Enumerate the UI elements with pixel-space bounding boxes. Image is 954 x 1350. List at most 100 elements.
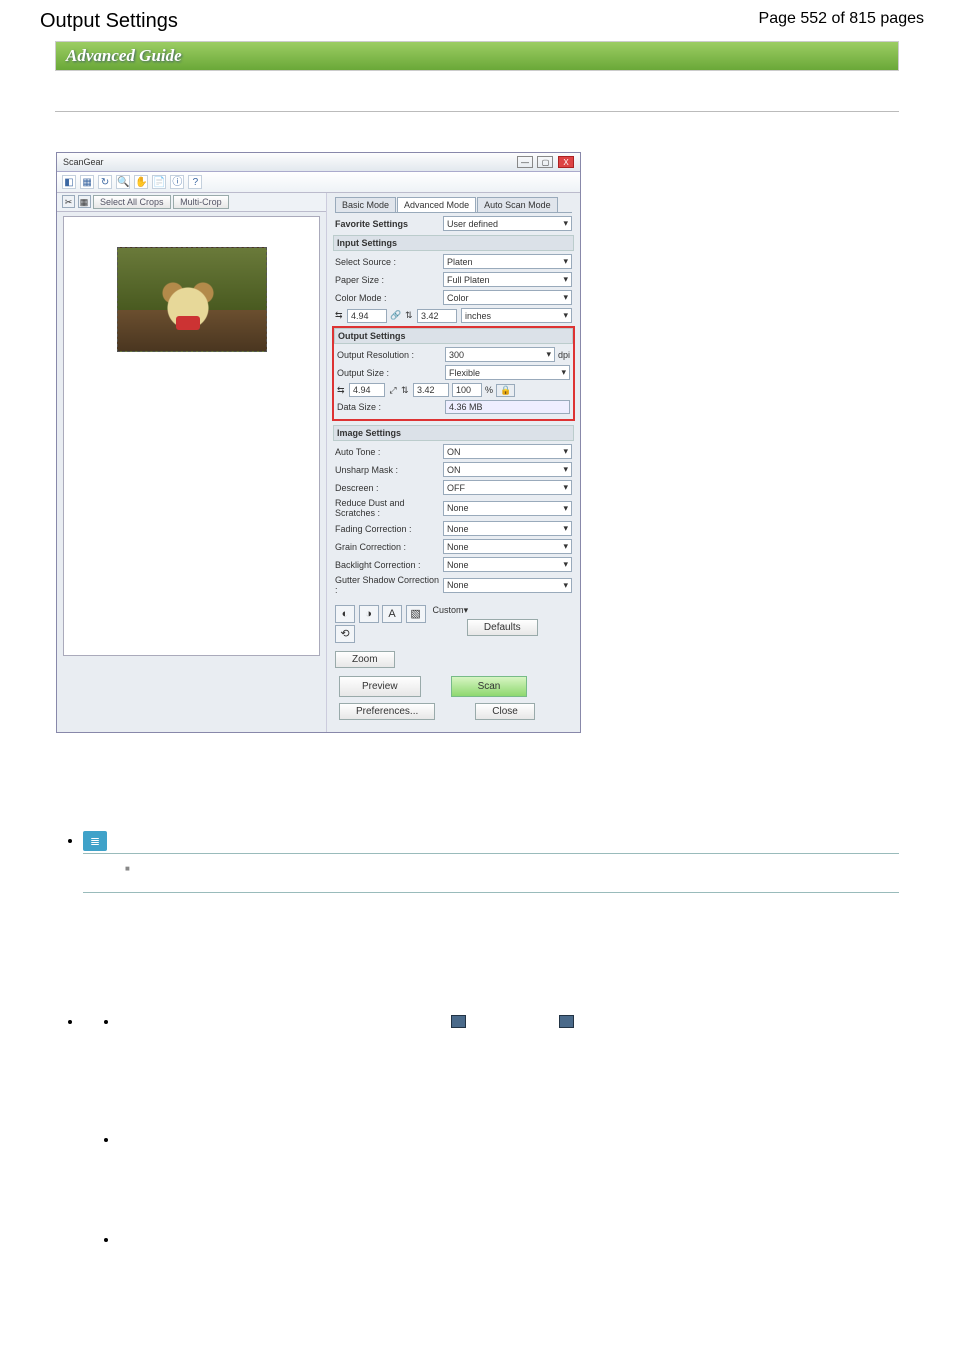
percent-label: % bbox=[485, 385, 493, 395]
gutter-value: None bbox=[447, 580, 469, 590]
output-size-label: Output Size : bbox=[337, 368, 445, 378]
toolbar-icon[interactable]: ✋ bbox=[134, 175, 148, 189]
chevron-down-icon: ▾ bbox=[561, 367, 566, 378]
window-title: ScanGear bbox=[63, 157, 104, 167]
width-icon: ⇆ bbox=[337, 385, 349, 396]
custom-select[interactable]: Custom▾ bbox=[433, 605, 572, 616]
color-mode[interactable]: Color▾ bbox=[443, 290, 572, 305]
multi-crop-button[interactable]: Multi-Crop bbox=[173, 195, 229, 209]
sub-item bbox=[119, 953, 899, 1081]
backlight-label: Backlight Correction : bbox=[335, 560, 443, 570]
input-settings-header: Input Settings bbox=[333, 235, 574, 251]
page-title: Output Settings bbox=[40, 10, 178, 33]
chevron-down-icon: ▾ bbox=[563, 503, 568, 514]
paper-size[interactable]: Full Platen ▾ bbox=[443, 272, 572, 287]
toolbar-icon[interactable]: 📄 bbox=[152, 175, 166, 189]
dust[interactable]: None▾ bbox=[443, 501, 572, 516]
link-icon[interactable]: 🔗 bbox=[387, 310, 405, 321]
descreen-value: OFF bbox=[447, 483, 465, 493]
guide-banner: Advanced Guide bbox=[55, 41, 899, 71]
thumb-icon[interactable]: ▦ bbox=[78, 195, 91, 208]
unsharp-value: ON bbox=[447, 465, 461, 475]
toolbar-icon[interactable]: ? bbox=[188, 175, 202, 189]
select-all-crops-button[interactable]: Select All Crops bbox=[93, 195, 171, 209]
auto-tone[interactable]: ON▾ bbox=[443, 444, 572, 459]
chevron-down-icon: ▾ bbox=[563, 274, 568, 285]
color-mode-label: Color Mode : bbox=[335, 293, 443, 303]
mode-tabs: Basic Mode Advanced Mode Auto Scan Mode bbox=[335, 197, 572, 213]
close-button[interactable]: Close bbox=[475, 703, 535, 720]
output-resolution[interactable]: 300▾ bbox=[445, 347, 555, 362]
scangear-window: ScanGear — ▢ X ◧ ▦ ↻ 🔍 ✋ 📄 ⓘ ? ✂ ▦ Selec… bbox=[56, 152, 581, 733]
output-height[interactable]: 3.42 bbox=[413, 383, 449, 397]
chevron-down-icon: ▾ bbox=[546, 349, 551, 360]
reset-icon[interactable]: ⟲ bbox=[335, 625, 355, 643]
favorite-select[interactable]: User defined▾ bbox=[443, 216, 572, 231]
divider bbox=[55, 111, 899, 112]
width-icon: ⇆ bbox=[335, 310, 347, 321]
chevron-down-icon: ▾ bbox=[563, 580, 568, 591]
fading-label: Fading Correction : bbox=[335, 524, 443, 534]
note-item bbox=[125, 858, 899, 876]
page-number: Page 552 of 815 pages bbox=[759, 10, 924, 33]
list-item bbox=[83, 913, 899, 1249]
grain-value: None bbox=[447, 542, 469, 552]
zoom-button[interactable]: Zoom bbox=[335, 651, 395, 668]
preview-image bbox=[117, 247, 267, 352]
input-unit[interactable]: inches▾ bbox=[461, 308, 572, 323]
output-scale[interactable]: 100 bbox=[452, 383, 482, 397]
backlight-value: None bbox=[447, 560, 469, 570]
paper-size-value: Full Platen bbox=[447, 275, 490, 285]
close-button[interactable]: X bbox=[558, 156, 574, 168]
scan-button[interactable]: Scan bbox=[451, 676, 528, 697]
preview-area[interactable] bbox=[63, 216, 320, 656]
crop-icon[interactable]: ✂ bbox=[62, 195, 75, 208]
adjust-icon[interactable]: ▧ bbox=[406, 605, 426, 623]
custom-value: Custom bbox=[433, 605, 464, 615]
unsharp[interactable]: ON▾ bbox=[443, 462, 572, 477]
toolbar-icon[interactable]: ▦ bbox=[80, 175, 94, 189]
grain[interactable]: None ▾ bbox=[443, 539, 572, 554]
toolbar-icon[interactable]: 🔍 bbox=[116, 175, 130, 189]
body-list: ≣ Note bbox=[55, 761, 899, 1249]
preferences-button[interactable]: Preferences... bbox=[339, 703, 435, 720]
tab-auto[interactable]: Auto Scan Mode bbox=[477, 197, 558, 212]
output-width[interactable]: 4.94 bbox=[349, 383, 385, 397]
defaults-button[interactable]: Defaults bbox=[467, 619, 538, 636]
maximize-button[interactable]: ▢ bbox=[537, 156, 553, 168]
title-bar: ScanGear — ▢ X bbox=[57, 153, 580, 172]
adjust-icon[interactable]: ◑ bbox=[359, 605, 379, 623]
dpi-label: dpi bbox=[558, 350, 570, 360]
note-divider bbox=[83, 892, 899, 893]
color-mode-value: Color bbox=[447, 293, 469, 303]
backlight[interactable]: None▾ bbox=[443, 557, 572, 572]
tab-advanced[interactable]: Advanced Mode bbox=[397, 197, 476, 212]
gutter[interactable]: None ▾ bbox=[443, 578, 572, 593]
descreen[interactable]: OFF▾ bbox=[443, 480, 572, 495]
fading[interactable]: None▾ bbox=[443, 521, 572, 536]
favorite-label: Favorite Settings bbox=[335, 219, 443, 229]
orientation-icon bbox=[451, 1015, 466, 1028]
orientation-icon bbox=[559, 1015, 574, 1028]
chevron-down-icon: ▾ bbox=[563, 446, 568, 457]
ratio-icon[interactable]: ⤢ bbox=[385, 385, 401, 396]
chevron-down-icon: ▾ bbox=[563, 310, 568, 321]
chevron-down-icon: ▾ bbox=[563, 541, 568, 552]
preview-button[interactable]: Preview bbox=[339, 676, 421, 697]
select-source[interactable]: Platen▾ bbox=[443, 254, 572, 269]
minimize-button[interactable]: — bbox=[517, 156, 533, 168]
input-width[interactable]: 4.94 bbox=[347, 309, 387, 323]
input-height[interactable]: 3.42 bbox=[417, 309, 457, 323]
sub-list bbox=[83, 953, 899, 1249]
note-divider bbox=[83, 853, 899, 854]
toolbar-icon[interactable]: ↻ bbox=[98, 175, 112, 189]
toolbar-icon[interactable]: ⓘ bbox=[170, 175, 184, 189]
toolbar-icon[interactable]: ◧ bbox=[62, 175, 76, 189]
adjust-icon[interactable]: A bbox=[382, 605, 402, 623]
adjust-icon[interactable]: ◐ bbox=[335, 605, 355, 623]
tab-basic[interactable]: Basic Mode bbox=[335, 197, 396, 212]
lock-icon[interactable]: 🔒 bbox=[496, 384, 515, 397]
window-controls: — ▢ X bbox=[515, 156, 574, 168]
note-icon: ≣ bbox=[83, 831, 107, 851]
output-size[interactable]: Flexible▾ bbox=[445, 365, 570, 380]
